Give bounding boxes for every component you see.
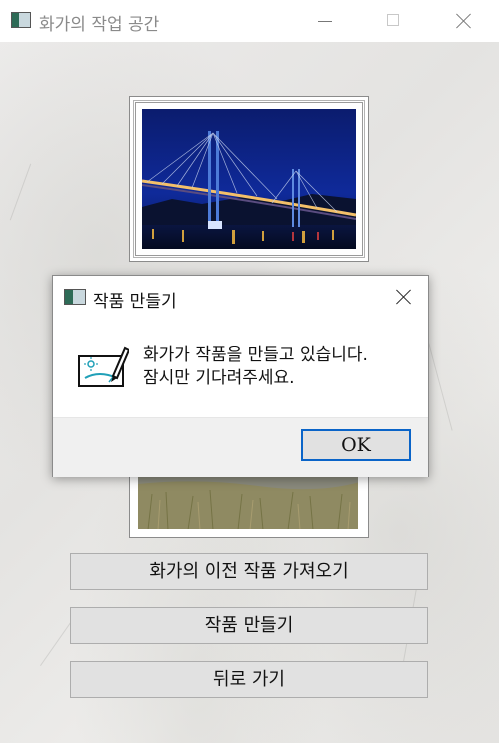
app-window-icon — [11, 12, 31, 28]
maximize-button[interactable] — [370, 0, 416, 42]
bridge-night-painting — [142, 109, 356, 249]
dialog-message-line2: 잠시만 기다려주세요. — [143, 368, 295, 388]
window-title: 화가의 작업 공간 — [39, 15, 160, 35]
dialog-window-icon — [64, 289, 86, 305]
dialog-close-button[interactable] — [387, 282, 421, 312]
dialog-footer: OK — [53, 417, 428, 477]
create-artwork-dialog: 작품 만들기 화가가 작품을 만들고 있습니다. 잠시만 기다려주세요. OK — [52, 275, 429, 477]
create-artwork-button[interactable]: 작품 만들기 — [70, 607, 428, 644]
painting-frame-bottom — [129, 474, 369, 538]
dialog-message-line1: 화가가 작품을 만들고 있습니다. — [143, 345, 368, 365]
minimize-button[interactable] — [302, 0, 348, 42]
dialog-message: 화가가 작품을 만들고 있습니다. 잠시만 기다려주세요. — [143, 344, 368, 390]
ok-button[interactable]: OK — [301, 429, 411, 461]
go-back-button[interactable]: 뒤로 가기 — [70, 661, 428, 698]
field-landscape-painting — [138, 474, 358, 529]
close-button[interactable] — [441, 0, 487, 42]
painting-frame-top — [129, 96, 369, 262]
drawing-tablet-icon — [77, 344, 131, 390]
dialog-title: 작품 만들기 — [93, 292, 177, 312]
load-previous-artwork-button[interactable]: 화가의 이전 작품 가져오기 — [70, 553, 428, 590]
title-bar: 화가의 작업 공간 — [0, 0, 499, 42]
